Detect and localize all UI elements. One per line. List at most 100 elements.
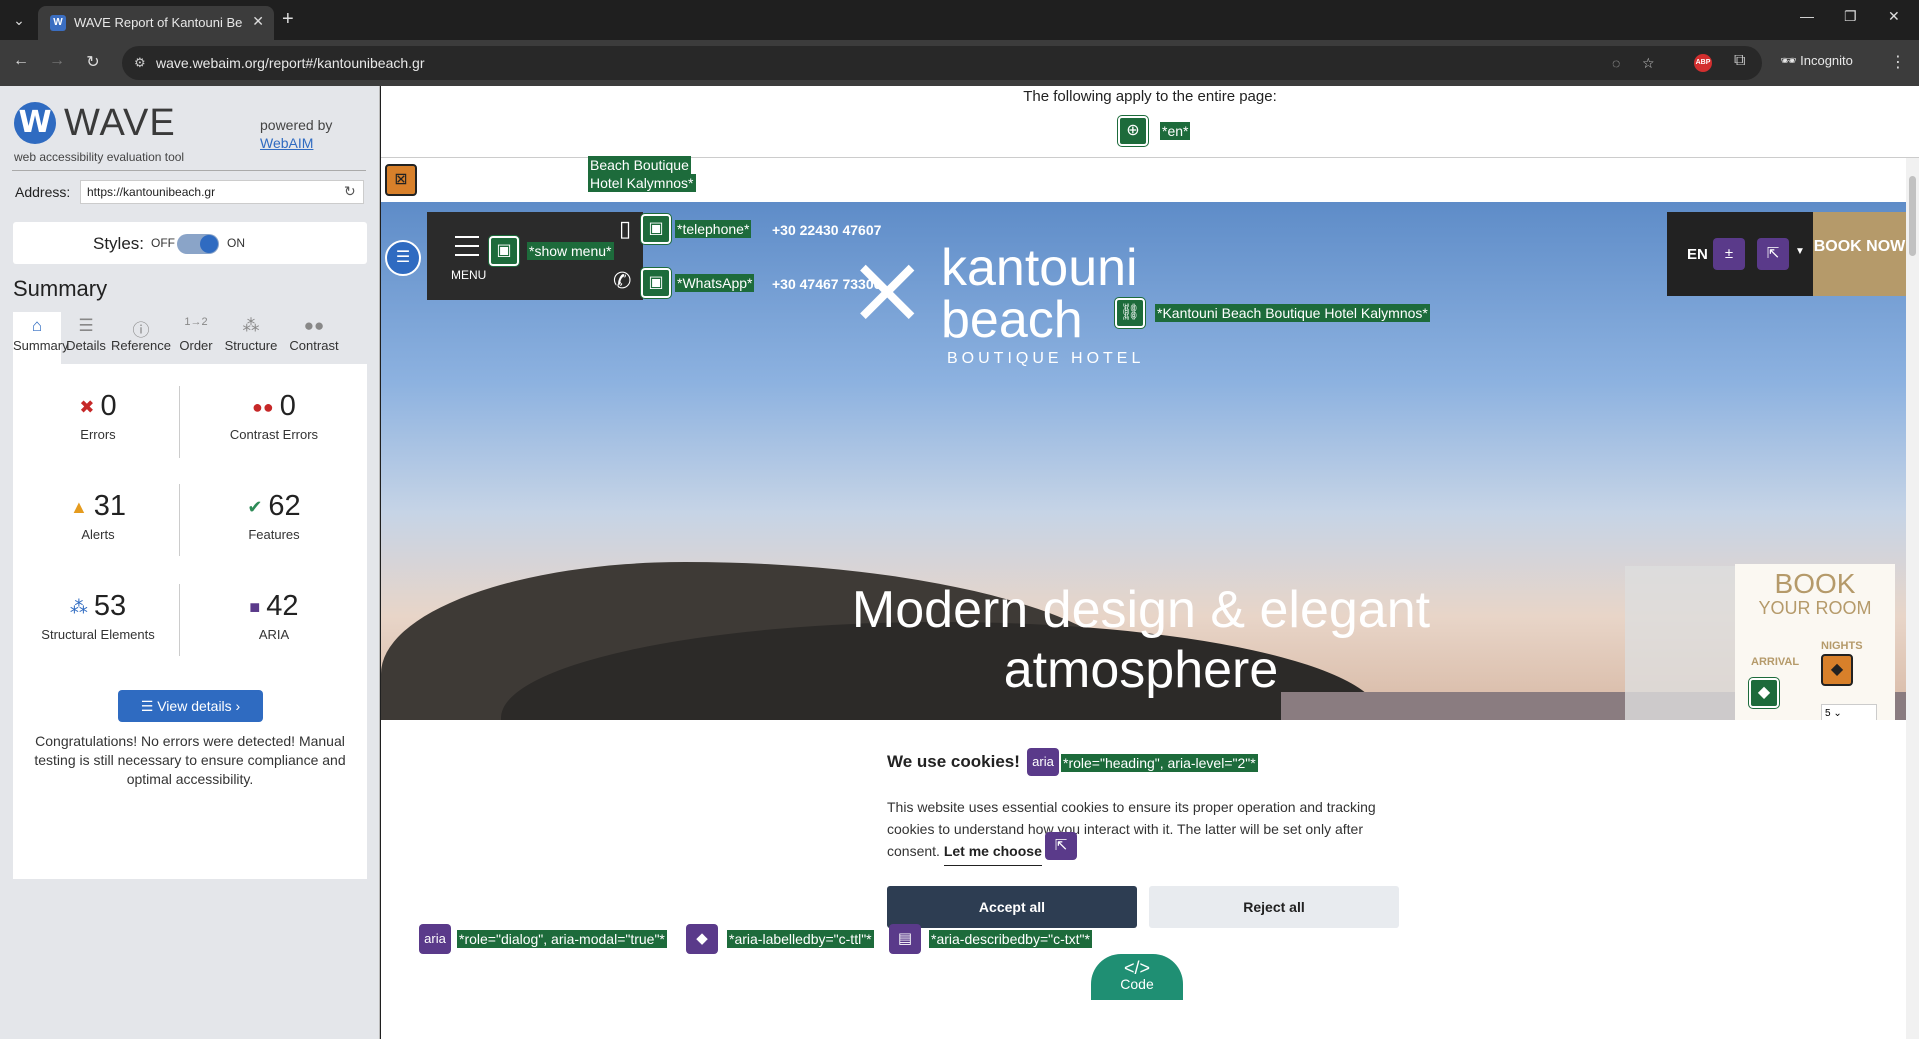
contrast-icon: ●● — [303, 316, 325, 335]
styles-label: Styles: — [93, 234, 145, 253]
list-icon: ☰ — [78, 316, 94, 335]
let-me-choose-link[interactable]: Let me choose — [943, 843, 1042, 866]
reload-icon[interactable]: ↻ — [82, 52, 104, 72]
view-details-label: View details › — [157, 698, 241, 714]
entire-page-text: The following apply to the entire page: — [1023, 88, 1277, 105]
alert-label-icon[interactable]: ◆ — [1821, 654, 1853, 686]
language-selector[interactable]: EN — [1687, 246, 1708, 263]
wave-tagline: web accessibility evaluation tool — [14, 150, 185, 164]
reject-all-button[interactable]: Reject all — [1149, 886, 1399, 928]
webaim-link[interactable]: WebAIM — [260, 135, 313, 151]
address-bar-url[interactable]: wave.webaim.org/report#/kantounibeach.gr — [156, 55, 425, 71]
whatsapp-tag: *WhatsApp* — [675, 274, 755, 292]
page-scrollbar[interactable] — [1906, 158, 1919, 1039]
styles-toggle[interactable] — [177, 234, 219, 254]
tab-summary[interactable]: ⌂ Summary — [13, 312, 69, 364]
aria-expanded-icon[interactable]: ± — [1713, 238, 1745, 270]
chevron-down-icon[interactable]: ▼ — [1795, 246, 1805, 257]
aria-popup-icon[interactable]: ⇱ — [1757, 238, 1789, 270]
wave-sidebar: W WAVE web accessibility evaluation tool… — [0, 86, 380, 1039]
incognito-badge[interactable]: 🕶 Incognito — [1780, 53, 1853, 69]
tab-details[interactable]: ☰ Details — [63, 312, 109, 364]
address-label: Address: — [15, 184, 71, 200]
book-now-button[interactable]: BOOK NOW — [1813, 212, 1906, 296]
site-info-icon[interactable]: ⚙ — [134, 55, 146, 71]
hero-section: ☰ MENU ▣ *show menu* ▯ ▣ *telephone* +30… — [381, 202, 1906, 720]
bookmark-star-icon[interactable]: ☆ — [1642, 55, 1655, 72]
adblock-icon[interactable]: ABP — [1694, 54, 1712, 72]
alert-icon: ▲ — [69, 496, 88, 517]
tab-search-button[interactable]: ⌄ — [6, 9, 32, 31]
error-icon: ✖ — [79, 396, 95, 417]
close-tab-icon[interactable]: ✕ — [252, 13, 264, 30]
forward-icon[interactable]: → — [46, 52, 68, 70]
book-room-subtitle: YOUR ROOM — [1758, 598, 1872, 618]
incognito-icon: 🕶 — [1780, 53, 1801, 68]
back-icon[interactable]: ← — [10, 52, 32, 70]
cookie-dialog: We use cookies! aria *role="heading", ar… — [381, 720, 1906, 1039]
accept-all-button[interactable]: Accept all — [887, 886, 1137, 928]
contrast-errors-stat[interactable]: ●● 0 Contrast Errors — [189, 390, 359, 442]
whatsapp-icon: ✆ — [613, 268, 632, 293]
code-button[interactable]: </> Code — [1091, 954, 1183, 1000]
aria-describedby-icon[interactable]: ▤ — [889, 924, 921, 954]
browser-menu-icon[interactable]: ⋮ — [1890, 52, 1906, 72]
nights-select[interactable]: 5 ⌄ — [1821, 704, 1877, 720]
linked-image-icon[interactable]: ⛓ — [1115, 298, 1145, 328]
contrast-errors-label: Contrast Errors — [229, 427, 319, 442]
refresh-icon[interactable]: ↻ — [344, 183, 356, 200]
tab-order[interactable]: 1→2 Order — [173, 312, 219, 364]
stat-divider — [179, 584, 180, 656]
new-tab-button[interactable]: + — [282, 8, 294, 31]
language-globe-icon[interactable]: ⊕ — [1118, 116, 1148, 146]
contrast-errors-count: 0 — [279, 390, 296, 422]
aria-icon[interactable]: aria — [1027, 748, 1059, 776]
alert-image-icon[interactable]: ⊠ — [385, 164, 417, 196]
tab-contrast[interactable]: ●● Contrast — [283, 312, 345, 364]
cookie-text: This website uses essential cookies to e… — [887, 796, 1397, 866]
address-bar[interactable]: ⚙ wave.webaim.org/report#/kantounibeach.… — [122, 46, 1762, 80]
menu-button[interactable]: MENU ▣ *show menu* — [427, 212, 643, 300]
aria-label-icon[interactable]: ◆ — [686, 924, 718, 954]
entire-page-bar: The following apply to the entire page: … — [381, 86, 1919, 158]
styles-toggle-box: Styles: OFF ON — [13, 222, 367, 264]
alerts-stat[interactable]: ▲ 31 Alerts — [13, 490, 183, 542]
code-icon: </> — [1123, 958, 1151, 978]
wave-tabs: ⌂ Summary ☰ Details ⓘ Reference 1→2 Order ⁂ S… — [13, 312, 367, 364]
hotel-logo[interactable]: kantouni beach — [941, 242, 1138, 346]
close-window-icon[interactable]: ✕ — [1888, 8, 1900, 25]
logo-line-2: beach — [941, 291, 1083, 349]
structural-count: 53 — [93, 590, 127, 622]
features-label: Features — [248, 527, 300, 542]
summary-title: Summary — [13, 276, 108, 301]
features-stat[interactable]: ✔ 62 Features — [189, 490, 359, 542]
aria-cube-icon: ■ — [249, 596, 261, 617]
logo-subtitle: BOUTIQUE HOTEL — [947, 350, 1145, 367]
minimize-icon[interactable]: — — [1800, 8, 1814, 24]
image-icon[interactable]: ▣ — [641, 214, 671, 244]
logo-link-tag: *Kantouni Beach Boutique Hotel Kalymnos* — [1155, 304, 1430, 322]
wave-favicon-icon: W — [50, 15, 66, 31]
structure-list-icon[interactable]: ☰ — [385, 240, 421, 276]
structural-stat[interactable]: ⁂ 53 Structural Elements — [13, 590, 183, 642]
incognito-label: Incognito — [1800, 53, 1853, 68]
wave-address-input[interactable] — [80, 180, 364, 204]
tab-structure[interactable]: ⁂ Structure — [221, 312, 281, 364]
feature-check-icon: ✔ — [247, 496, 263, 517]
errors-stat[interactable]: ✖ 0 Errors — [13, 390, 183, 442]
image-icon[interactable]: ▣ — [641, 268, 671, 298]
restore-icon[interactable]: ❐ — [1844, 8, 1857, 25]
aria-stat[interactable]: ■ 42 ARIA — [189, 590, 359, 642]
eye-off-icon[interactable]: ◌ — [1612, 55, 1620, 71]
tab-reference[interactable]: ⓘ Reference — [109, 312, 173, 364]
image-icon[interactable]: ▣ — [489, 236, 519, 266]
aria-icon[interactable]: aria — [419, 924, 451, 954]
aria-popup-icon[interactable]: ⇱ — [1045, 832, 1077, 860]
scroll-thumb[interactable] — [1909, 176, 1916, 256]
structure-icon: ⁂ — [69, 596, 88, 617]
view-details-button[interactable]: ☰ View details › — [118, 690, 263, 722]
browser-tab[interactable]: W WAVE Report of Kantouni Beach ✕ — [38, 6, 274, 40]
features-count: 62 — [268, 490, 301, 522]
label-tag-icon[interactable]: ◆ — [1749, 678, 1779, 708]
extensions-icon[interactable]: ⧉ — [1734, 52, 1745, 70]
